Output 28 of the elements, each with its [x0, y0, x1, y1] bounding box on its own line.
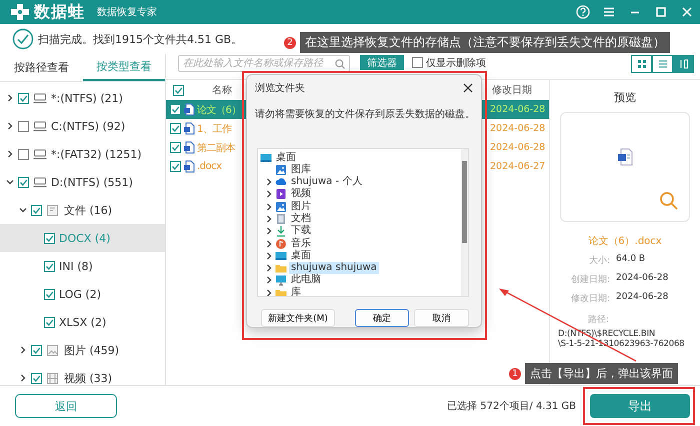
dialog-message: 请勿将需要恢复的文件保存到原丢失数据的磁盘。	[254, 108, 476, 122]
file-name: 论文（6）	[197, 104, 241, 116]
app-logo: 数据蛙	[34, 2, 85, 22]
detail-label: 修改日期:	[570, 292, 610, 305]
detail-value: 2024-06-28	[616, 292, 668, 304]
file-name: .docx	[197, 161, 222, 172]
selection-summary: 已选择 572个项目/ 4.31 GB	[447, 400, 576, 413]
file-name: 论文（6）.docx	[588, 234, 662, 248]
dialog-title: 浏览文件夹	[255, 82, 305, 95]
annotation-callout: 在这里选择恢复文件的存储点（注意不要保存到丢失文件的原磁盘）	[300, 32, 670, 53]
detail-value: 2024-06-28	[616, 273, 668, 285]
detail-label: 大小:	[588, 254, 610, 267]
file-name: 第二副本	[197, 142, 235, 154]
annotation-callout: 点击【导出】后，弹出该界面	[525, 363, 678, 384]
scan-status: 扫描完成。找到1915个文件共4.51 GB。	[38, 32, 242, 46]
detail-label: 路径:	[588, 314, 610, 326]
file-date: 2024-06-28	[490, 142, 546, 153]
file-name: 1、工作	[197, 122, 232, 136]
detail-label: 创建日期:	[570, 274, 610, 286]
file-date: 2024-06-28	[490, 123, 546, 134]
step-number: 2	[284, 36, 296, 48]
preview-title: 预览	[614, 90, 636, 106]
detail-value: 64.0 B	[616, 254, 646, 266]
file-date: 2024-06-28	[490, 104, 546, 115]
app-subtitle: 数据恢复专家	[97, 6, 157, 19]
checkbox-label: 仅显示删除项	[426, 56, 486, 70]
step-number: 1	[509, 368, 521, 380]
file-date: 2024-06-27	[490, 161, 546, 172]
